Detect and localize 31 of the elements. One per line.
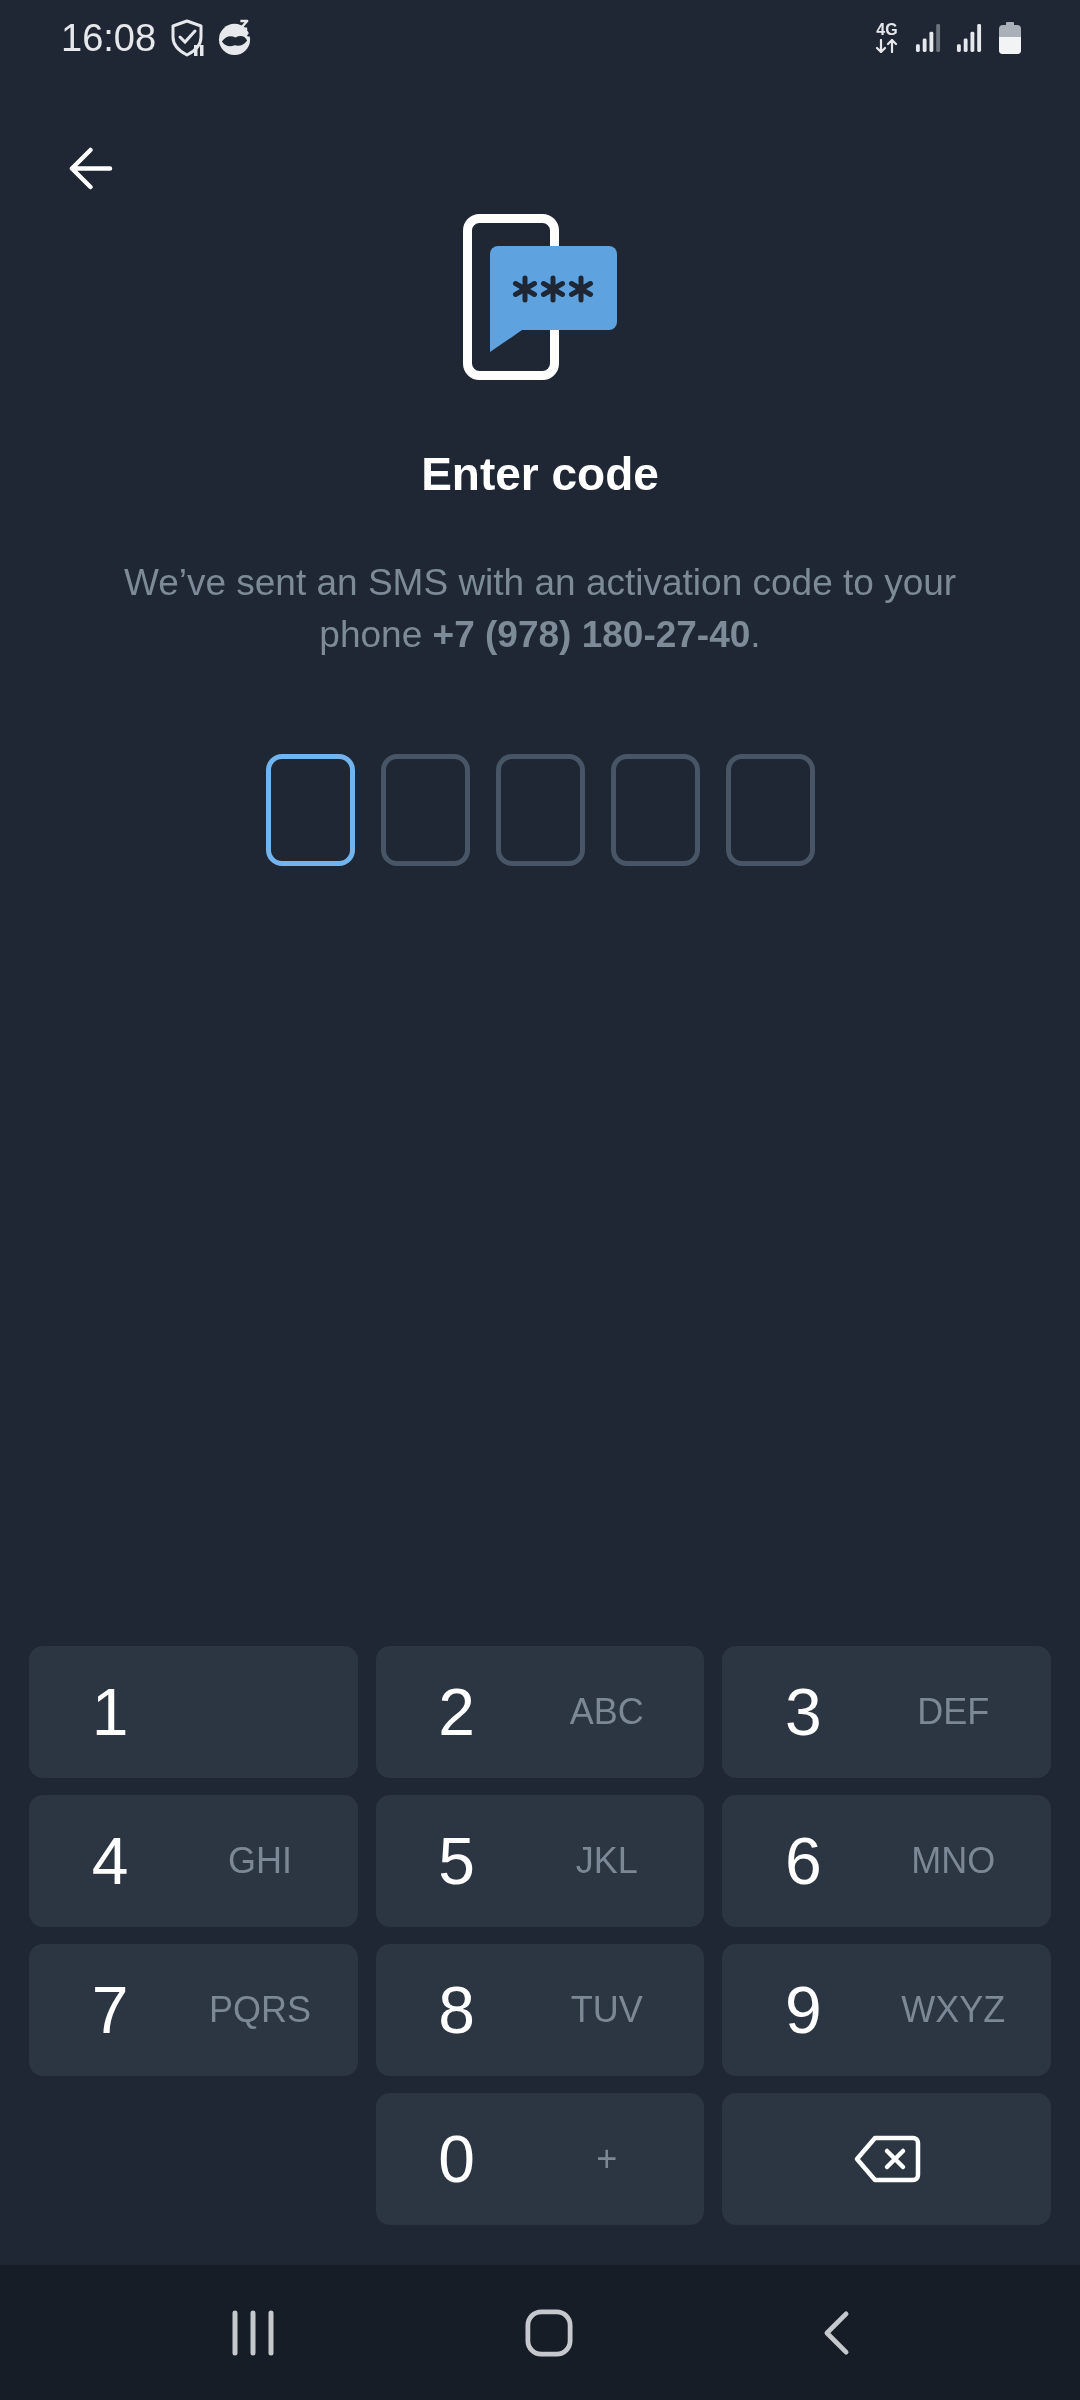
digit-key[interactable]: 2 ABC [375, 1646, 705, 1778]
digit-key[interactable]: 1 [29, 1646, 358, 1778]
digit-key[interactable]: 9 WXYZ [722, 1944, 1051, 2076]
back-icon[interactable] [822, 2309, 850, 2356]
code-digit-field[interactable] [265, 754, 355, 866]
code-digit-field[interactable] [380, 754, 470, 866]
network-type-label: 4G [876, 22, 898, 38]
backspace-icon [852, 2135, 921, 2183]
phone-message-icon [463, 214, 617, 380]
digit-key[interactable]: 0 + [375, 2093, 705, 2225]
backspace-key[interactable] [722, 2093, 1051, 2225]
signal-icon [915, 23, 942, 52]
recent-apps-icon[interactable] [230, 2309, 275, 2356]
digit-key[interactable]: 4 GHI [29, 1795, 358, 1927]
code-digit-field[interactable] [495, 754, 585, 866]
screen-title: Enter code [421, 447, 659, 501]
digit-key[interactable]: 8 TUV [375, 1944, 705, 2076]
digit-key[interactable]: 5 JKL [375, 1795, 705, 1927]
status-time: 16:08 [61, 18, 157, 57]
battery-icon [999, 21, 1021, 54]
home-icon[interactable] [524, 2308, 573, 2357]
back-arrow-icon[interactable] [67, 146, 113, 190]
signal-icon [956, 23, 983, 52]
code-digit-field[interactable] [610, 754, 700, 866]
digit-key[interactable]: 7 PQRS [29, 1944, 358, 2076]
data-arrows-icon [875, 39, 899, 53]
digit-key[interactable]: 6 MNO [722, 1795, 1051, 1927]
digit-key[interactable]: 3 DEF [722, 1646, 1051, 1778]
code-digit-field[interactable] [725, 754, 815, 866]
sms-sent-message: We’ve sent an SMS with an activation code to your phone +7 (978) 180-27-40. [122, 561, 958, 657]
shield-check-icon [170, 18, 207, 57]
